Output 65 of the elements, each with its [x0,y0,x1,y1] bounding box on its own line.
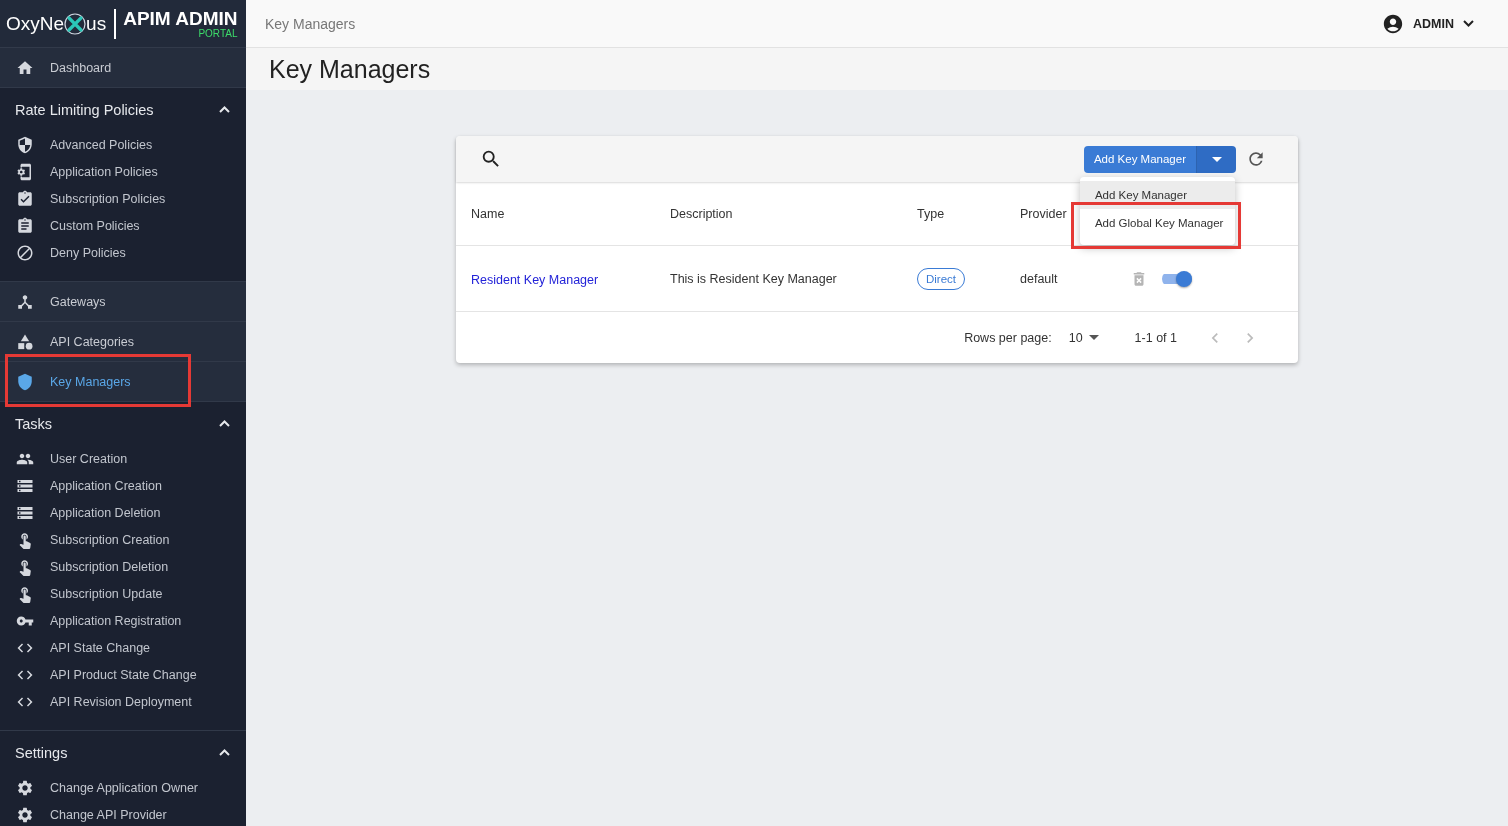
nav-item[interactable]: Subscription Update [0,580,246,607]
logo-text: us [86,12,107,35]
nav-item[interactable]: API Revision Deployment [0,688,246,715]
logo-text: OxyNe [6,12,65,35]
rows-per-page-select[interactable]: 10 [1068,330,1099,345]
settings-icon [16,805,34,824]
column-header: Description [670,206,734,221]
shield-icon [16,372,34,391]
phone-gear-icon [16,162,34,181]
table-cell-text: default [1020,271,1059,286]
nav-item[interactable]: Application Deletion [0,499,246,526]
nav-group-header[interactable]: Rate Limiting Policies [0,88,246,131]
nav-item[interactable]: API State Change [0,634,246,661]
column-header: Name [471,206,506,221]
page-title: Key Managers [269,54,431,84]
nav-item[interactable]: Deny Policies [0,239,246,266]
nav-group-title: Settings [15,744,68,761]
table-cell-text: This is Resident Key Manager [670,271,838,286]
nav-group-header[interactable]: Settings [0,731,246,774]
settings-icon [16,778,34,797]
search-icon[interactable] [480,148,502,170]
product-name: APIM ADMIN [123,8,238,28]
nav-item[interactable]: Subscription Creation [0,526,246,553]
nav-item[interactable]: Application Policies [0,158,246,185]
nav-item[interactable]: Application Registration [0,607,246,634]
nav-item[interactable]: Subscription Policies [0,185,246,212]
nav-item[interactable]: Key Managers [0,362,246,402]
nav-item[interactable]: Custom Policies [0,212,246,239]
nodes-icon [16,292,34,311]
caret-icon [1211,156,1222,162]
caret-icon [1088,335,1099,340]
nav-item[interactable]: Change Application Owner [0,774,246,801]
shield-icon [16,135,34,154]
nav-item[interactable]: Change API Provider [0,801,246,826]
nav-item[interactable]: Advanced Policies [0,131,246,158]
block-icon [16,243,34,262]
name-link[interactable]: Resident Key Manager [471,272,599,287]
enable-switch[interactable] [1162,270,1192,287]
chevron-icon [1463,20,1474,27]
nav-item[interactable]: Subscription Deletion [0,553,246,580]
clipboard-check-icon [16,189,34,208]
product-subtitle: PORTAL [198,28,238,39]
nav-item[interactable]: Application Creation [0,472,246,499]
column-header: Type [917,206,946,221]
clipboard-icon [16,216,34,235]
rows-per-page-label: Rows per page: [964,330,1052,345]
column-header: Provider [1020,206,1068,221]
x-logo-icon [64,12,87,35]
nav-item[interactable]: User Creation [0,445,246,472]
shapes-icon [16,332,34,351]
nav-group-title: Rate Limiting Policies [15,101,154,118]
user-menu[interactable]: ADMIN [1382,12,1474,35]
breadcrumb: Key Managers [265,15,356,32]
add-button[interactable]: Add Key Manager [1083,145,1197,173]
nav-group-title: Tasks [15,415,53,432]
refresh-icon[interactable] [1246,149,1266,169]
nav-item[interactable]: API Categories [0,322,246,362]
account-icon [1382,12,1405,35]
menu-item[interactable]: Add Global Key Manager [1079,208,1235,237]
nav-item[interactable]: API Product State Change [0,661,246,688]
nav-group-header[interactable]: Tasks [0,402,246,445]
nav-item[interactable]: Gateways [0,282,246,322]
page-range: 1-1 of 1 [1134,330,1177,345]
dropdown-button[interactable] [1197,145,1236,173]
nav-item[interactable]: Dashboard [0,48,246,88]
